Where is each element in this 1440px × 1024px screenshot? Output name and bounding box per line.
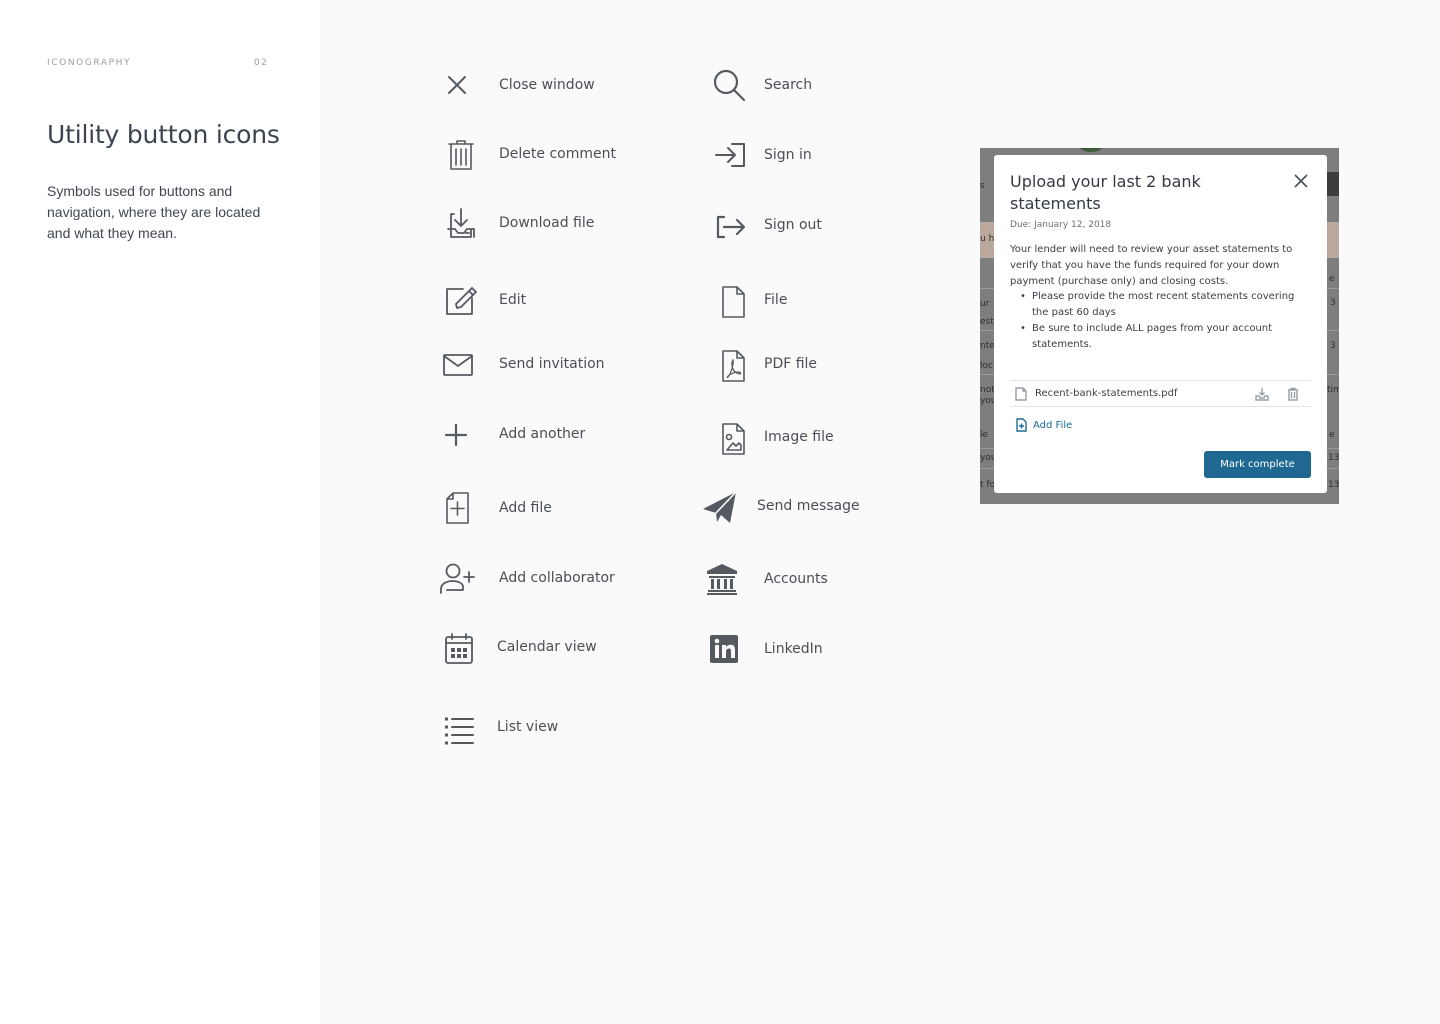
icon-label: Add file — [499, 500, 552, 516]
background-text: not — [980, 385, 995, 395]
edit-icon — [441, 280, 481, 320]
icon-label: Send invitation — [499, 356, 605, 372]
icon-label: Image file — [764, 429, 834, 445]
background-text: s — [980, 181, 985, 191]
background-avatar — [1078, 148, 1104, 152]
background-text: 3 — [1330, 341, 1336, 351]
plus-icon — [435, 414, 475, 454]
file-plus-icon — [437, 488, 477, 528]
icon-label: Accounts — [764, 571, 828, 587]
pdf-file-icon — [712, 344, 752, 384]
modal-due-date: Due: January 12, 2018 — [1010, 220, 1112, 230]
background-text: ur — [980, 299, 990, 309]
background-text: est — [980, 317, 994, 327]
page-title: Utility button icons — [47, 120, 280, 149]
icon-label: Search — [764, 77, 813, 93]
sign-out-icon — [708, 205, 748, 245]
modal-close-button[interactable] — [1293, 173, 1313, 193]
uploaded-file-name[interactable]: Recent-bank-statements.pdf — [1035, 388, 1177, 399]
linkedin-icon — [705, 629, 745, 669]
calendar-icon — [437, 627, 477, 667]
page-number: 02 — [254, 58, 269, 68]
background-text: le — [980, 430, 989, 440]
icon-label: Edit — [499, 292, 527, 308]
background-text: t fo — [980, 480, 996, 490]
modal-body: Your lender will need to review your ass… — [1010, 244, 1293, 287]
background-menu-button — [1326, 172, 1339, 196]
sign-in-icon — [708, 135, 748, 175]
close-icon — [437, 65, 477, 105]
uploaded-file-row: Recent-bank-statements.pdf — [1010, 380, 1311, 407]
add-file-link[interactable]: Add File — [1016, 418, 1072, 432]
icon-label: Close window — [499, 77, 595, 93]
list-item: Be sure to include ALL pages from your a… — [1018, 321, 1303, 353]
background-text: e — [1329, 430, 1335, 440]
icon-label: Send message — [757, 498, 860, 514]
section-eyebrow: ICONOGRAPHY — [47, 58, 132, 68]
icon-label: List view — [497, 719, 559, 735]
background-text: tim — [1327, 385, 1339, 395]
modal-title: Upload your last 2 bank statements — [1010, 172, 1201, 213]
trash-icon[interactable] — [1286, 387, 1300, 401]
icon-label: Add another — [499, 426, 586, 442]
icon-label: Add collaborator — [499, 570, 615, 586]
add-file-label: Add File — [1033, 419, 1073, 431]
icon-label: LinkedIn — [764, 641, 823, 657]
icon-label: Sign in — [764, 147, 812, 163]
icon-catalog: Close window Delete comment Download fil… — [320, 0, 1440, 1024]
modal-requirements: Please provide the most recent statement… — [1018, 289, 1303, 353]
mark-complete-button[interactable]: Mark complete — [1204, 451, 1311, 478]
search-icon — [708, 65, 748, 105]
user-plus-icon — [437, 558, 477, 598]
trash-icon — [441, 134, 481, 174]
pdf-file-icon — [1015, 387, 1027, 401]
icon-label: Download file — [499, 215, 595, 231]
page-description: Symbols used for buttons and navigation,… — [47, 183, 261, 241]
icon-label: Sign out — [764, 217, 822, 233]
file-icon — [712, 280, 752, 320]
upload-modal: Upload your last 2 bank statements Due: … — [994, 155, 1327, 493]
file-plus-icon — [1016, 418, 1027, 432]
image-file-icon — [712, 417, 752, 457]
icon-label: Delete comment — [499, 146, 616, 162]
background-text: 13 — [1328, 453, 1339, 463]
download-icon — [441, 203, 481, 243]
icon-label: Calendar view — [497, 639, 597, 655]
envelope-icon — [437, 344, 477, 384]
upload-modal-example: s u h ur est nte loc not you le you t fo… — [980, 148, 1339, 504]
list-item: Please provide the most recent statement… — [1018, 289, 1303, 321]
background-text: u h — [980, 234, 995, 244]
icon-label: PDF file — [764, 356, 818, 372]
background-text: 3 — [1330, 298, 1336, 308]
bank-icon — [702, 559, 742, 599]
paper-plane-icon — [700, 486, 740, 526]
download-icon[interactable] — [1255, 387, 1269, 401]
background-text: loc — [980, 361, 993, 371]
sidebar: ICONOGRAPHY 02 Utility button icons Symb… — [0, 0, 320, 1024]
background-text: 13 — [1328, 480, 1339, 490]
icon-label: File — [764, 292, 788, 308]
list-icon — [437, 707, 477, 747]
background-text: nte — [980, 341, 995, 351]
background-text: e — [1329, 274, 1335, 284]
close-icon — [1294, 174, 1308, 188]
